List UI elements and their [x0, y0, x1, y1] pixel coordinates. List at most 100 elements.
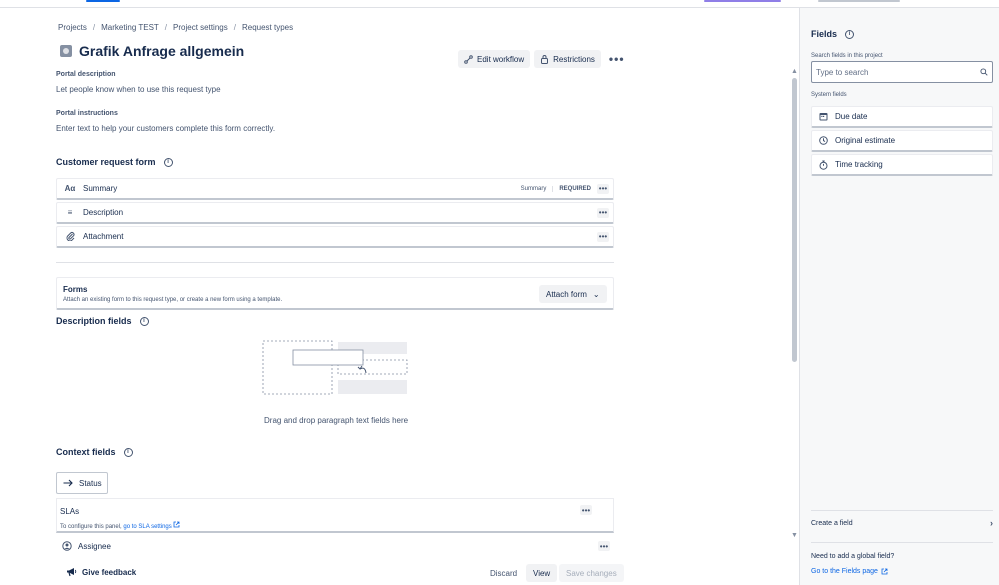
portal-instructions-label: Portal instructions: [56, 110, 118, 117]
scroll-down-icon[interactable]: ▼: [791, 532, 798, 539]
search-fields-input[interactable]: [816, 67, 980, 77]
forms-description: Attach an existing form to this request …: [63, 297, 283, 303]
breadcrumb-marketing-test[interactable]: Marketing TEST: [101, 23, 159, 32]
field-more-button[interactable]: •••: [598, 541, 610, 551]
user-icon: [62, 541, 72, 551]
system-field-label: Original estimate: [835, 136, 896, 145]
portal-description-text[interactable]: Let people know when to use this request…: [56, 85, 221, 94]
system-field-label: Due date: [835, 112, 868, 121]
attach-form-button[interactable]: Attach form ⌄: [539, 285, 607, 303]
nav-search-field[interactable]: [818, 0, 900, 2]
drop-zone-divider: [56, 262, 614, 263]
system-field-original-estimate[interactable]: Original estimate: [811, 130, 993, 152]
breadcrumb-projects[interactable]: Projects: [58, 23, 87, 32]
nav-upgrade-button[interactable]: [704, 0, 781, 2]
create-field-button[interactable]: Create a field ›: [811, 518, 993, 528]
main-scrollbar[interactable]: ▲ ▼: [789, 68, 799, 544]
edit-workflow-label: Edit workflow: [477, 54, 525, 64]
sla-settings-link[interactable]: go to SLA settings: [123, 524, 171, 530]
field-more-button[interactable]: •••: [597, 207, 609, 218]
lock-icon: [541, 55, 549, 64]
restrictions-button[interactable]: Restrictions: [534, 50, 601, 68]
footer-bar: Give feedback Discard View Save changes: [0, 553, 789, 585]
fields-page-link[interactable]: Go to the Fields page: [811, 568, 888, 575]
stopwatch-icon: [819, 160, 828, 170]
header-actions: Edit workflow Restrictions •••: [458, 50, 629, 68]
view-button[interactable]: View: [526, 564, 558, 582]
system-field-due-date[interactable]: Due date: [811, 106, 993, 128]
sla-description-text: To configure this panel,: [60, 524, 122, 530]
search-fields-box[interactable]: [811, 61, 993, 83]
panel-divider: [811, 510, 993, 511]
request-type-icon[interactable]: [60, 45, 72, 57]
external-link-icon: [881, 568, 888, 575]
sla-title: SLAs: [60, 507, 80, 516]
field-more-button[interactable]: •••: [597, 183, 609, 194]
context-fields-title: Context fields i: [56, 447, 133, 457]
context-fields-label: Context fields: [56, 447, 116, 457]
customer-request-form-label: Customer request form: [56, 157, 156, 167]
sla-description: To configure this panel, go to SLA setti…: [60, 521, 180, 530]
nav-active-indicator[interactable]: [86, 0, 120, 2]
system-fields-label: System fields: [811, 92, 847, 98]
fields-panel: Fields i Search fields in this project S…: [799, 8, 999, 585]
breadcrumb-project-settings[interactable]: Project settings: [173, 23, 228, 32]
search-icon: [980, 68, 988, 76]
drop-zone-illustration: [262, 340, 408, 395]
restrictions-label: Restrictions: [553, 54, 595, 64]
breadcrumb-separator: /: [233, 23, 236, 32]
form-field-attachment[interactable]: Attachment •••: [56, 226, 614, 248]
customer-request-form-title: Customer request form i: [56, 157, 173, 167]
info-icon[interactable]: i: [845, 29, 855, 39]
more-actions-button[interactable]: •••: [605, 52, 629, 66]
info-icon[interactable]: i: [163, 157, 173, 167]
title-row: Grafik Anfrage allgemein: [60, 43, 244, 59]
workflow-icon: [464, 54, 473, 64]
info-icon[interactable]: i: [123, 447, 133, 457]
info-icon[interactable]: i: [139, 316, 149, 326]
arrow-right-icon: [63, 479, 73, 487]
sla-more-button[interactable]: •••: [580, 505, 592, 515]
megaphone-icon: [67, 568, 77, 577]
page-title[interactable]: Grafik Anfrage allgemein: [79, 43, 244, 59]
portal-instructions-text[interactable]: Enter text to help your customers comple…: [56, 124, 275, 133]
text-format-icon: Aα: [64, 184, 76, 193]
forms-title: Forms: [63, 285, 88, 294]
sla-panel: SLAs To configure this panel, go to SLA …: [56, 498, 614, 533]
forms-panel: Forms Attach an existing form to this re…: [56, 277, 614, 310]
align-left-icon: ≡: [67, 208, 73, 217]
field-label: Assignee: [78, 541, 111, 551]
top-navigation-bar: [0, 0, 999, 8]
system-field-label: Time tracking: [835, 160, 883, 169]
scrollbar-thumb[interactable]: [792, 78, 797, 362]
main-content: Projects / Marketing TEST / Project sett…: [0, 8, 789, 585]
calendar-icon: [819, 113, 828, 121]
status-field[interactable]: Status: [56, 472, 108, 494]
fields-panel-label: Fields: [811, 29, 838, 39]
description-fields-title: Description fields i: [56, 316, 149, 326]
field-tag: Summary: [520, 185, 547, 192]
field-label: Attachment: [83, 232, 124, 241]
system-field-time-tracking[interactable]: Time tracking: [811, 154, 993, 176]
assignee-field[interactable]: Assignee •••: [56, 539, 614, 553]
description-fields-label: Description fields: [56, 316, 132, 326]
give-feedback-label: Give feedback: [82, 567, 137, 577]
field-label: Description: [83, 208, 124, 217]
breadcrumb-separator: /: [92, 23, 96, 32]
external-link-icon: [174, 521, 180, 528]
form-field-summary[interactable]: Aα Summary Summary REQUIRED •••: [56, 178, 614, 200]
scroll-up-icon[interactable]: ▲: [791, 68, 798, 75]
form-field-description[interactable]: ≡ Description •••: [56, 202, 614, 224]
create-field-label: Create a field: [811, 519, 853, 527]
attach-form-label: Attach form: [546, 289, 587, 299]
edit-workflow-button[interactable]: Edit workflow: [458, 50, 531, 68]
drop-zone-hint: Drag and drop paragraph text fields here: [264, 416, 409, 425]
discard-button[interactable]: Discard: [483, 564, 524, 582]
global-field-question: Need to add a global field?: [811, 553, 895, 560]
give-feedback-button[interactable]: Give feedback: [66, 567, 136, 577]
field-more-button[interactable]: •••: [597, 231, 609, 242]
breadcrumb-request-types[interactable]: Request types: [242, 23, 293, 32]
fields-page-link-label: Go to the Fields page: [811, 568, 878, 575]
save-changes-button[interactable]: Save changes: [559, 564, 624, 582]
breadcrumb-separator: /: [164, 23, 168, 32]
